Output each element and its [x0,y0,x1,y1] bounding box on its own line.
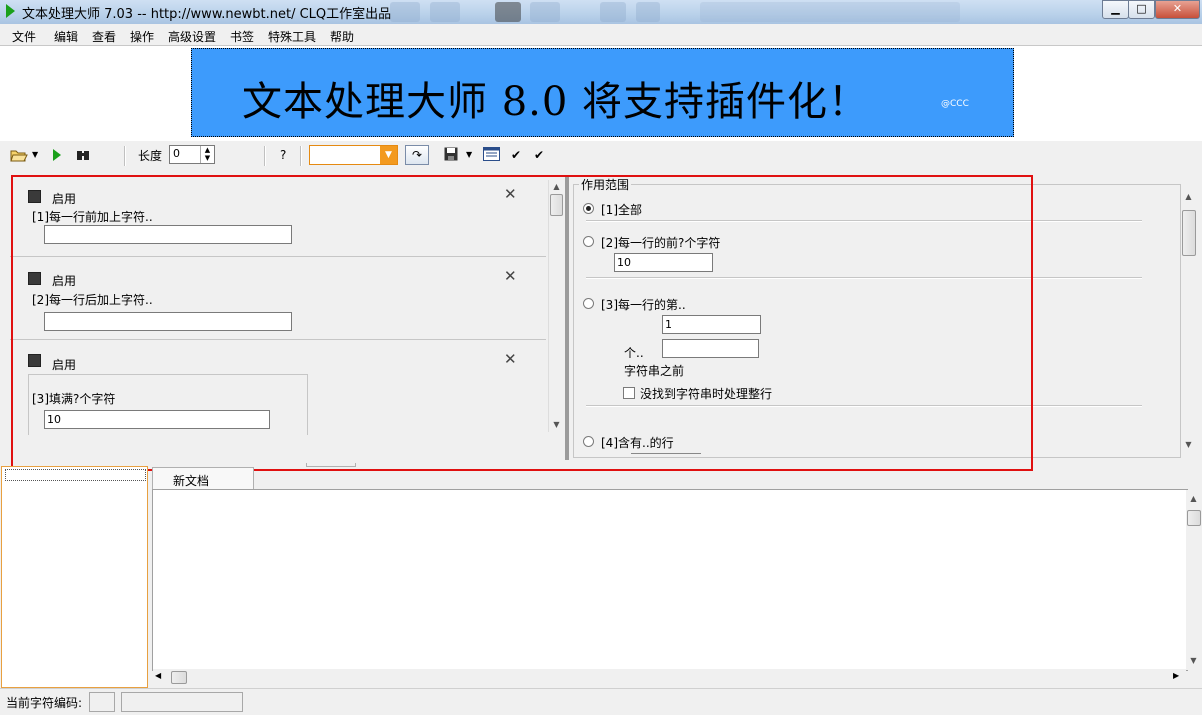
toolbar-separator [124,146,126,166]
window-list-icon[interactable] [483,147,500,161]
tree-focus-item[interactable] [5,469,146,481]
scroll-down-icon[interactable]: ▼ [1186,654,1201,668]
menu-bookmarks[interactable]: 书签 [230,28,254,45]
taskbar-ghost-shape [495,2,521,22]
app-icon [6,4,15,18]
spin-buttons[interactable]: ▲ ▼ [200,146,214,163]
save-icon[interactable] [444,147,458,161]
banner-credit: @CCC [941,99,969,109]
toolbar-separator [264,146,266,166]
taskbar-ghost-shape [530,2,560,22]
open-folder-icon[interactable] [10,148,28,162]
length-stepper[interactable]: 0 ▲ ▼ [169,145,215,164]
chevron-down-icon[interactable]: ▼ [466,150,472,159]
menu-operate[interactable]: 操作 [130,28,154,45]
scroll-up-icon[interactable]: ▲ [1181,190,1196,204]
editor-horizontal-scrollbar[interactable]: ◀ ▶ [153,669,1186,685]
redo-icon[interactable]: ↷ [405,145,429,165]
status-bar: 当前字符编码: [0,688,1202,715]
taskbar-ghost-shape [390,2,420,22]
tab-label: 新文档 [173,474,210,488]
menu-view[interactable]: 查看 [92,28,116,45]
ad-banner[interactable]: 文本处理大师 8.0 将支持插件化！ @CCC [191,48,1014,137]
chevron-down-icon[interactable]: ▼ [32,150,38,159]
combo-dropdown-icon[interactable]: ▼ [380,146,397,164]
scroll-up-icon[interactable]: ▲ [1186,492,1201,506]
scroll-thumb[interactable] [1187,510,1201,526]
filter-combo[interactable]: ▼ [309,145,398,165]
run-icon[interactable] [52,149,62,161]
document-tree[interactable] [1,466,148,688]
minimize-button[interactable]: ▁ [1102,0,1129,19]
scroll-thumb[interactable] [171,671,187,684]
close-button[interactable]: ✕ [1155,0,1200,19]
scope-scrollbar[interactable]: ▲ ▼ [1181,190,1196,452]
taskbar-ghost-shape [700,2,960,22]
scroll-left-icon[interactable]: ◀ [155,671,161,680]
encoding-label: 当前字符编码: [6,696,83,710]
banner-text: 文本处理大师 8.0 将支持插件化！ [242,79,870,125]
scroll-down-icon[interactable]: ▼ [1181,438,1196,452]
scroll-right-icon[interactable]: ▶ [1173,671,1179,680]
window-title: 文本处理大师 7.03 -- http://www.newbt.net/ CLQ… [22,7,392,22]
highlight-frame [11,175,1033,471]
editor-vertical-scrollbar[interactable]: ▲ ▼ [1186,490,1201,670]
menu-special-tools[interactable]: 特殊工具 [268,28,316,45]
menu-file[interactable]: 文件 [12,28,36,45]
scroll-thumb[interactable] [1182,210,1196,256]
help-button[interactable]: ? [280,148,286,162]
length-label: 长度 [138,149,163,163]
toolbar-separator [300,146,302,166]
menu-advanced-settings[interactable]: 高级设置 [168,28,216,45]
text-editor[interactable] [152,489,1188,671]
taskbar-ghost-shape [430,2,460,22]
status-extra [121,692,243,712]
menu-help[interactable]: 帮助 [330,28,354,45]
menu-edit[interactable]: 编辑 [54,28,78,45]
check-all-icon[interactable]: ✔ [534,148,544,162]
encoding-value [89,692,115,712]
length-value: 0 [173,147,180,160]
maximize-button[interactable]: □ [1128,0,1155,19]
tab-new-document[interactable]: 新文档 [152,467,254,490]
taskbar-ghost-shape [600,2,626,22]
splitter-grip[interactable] [306,463,356,467]
check-icon[interactable]: ✔ [511,148,521,162]
binoculars-icon[interactable] [76,149,90,161]
taskbar-ghost-shape [636,2,660,22]
